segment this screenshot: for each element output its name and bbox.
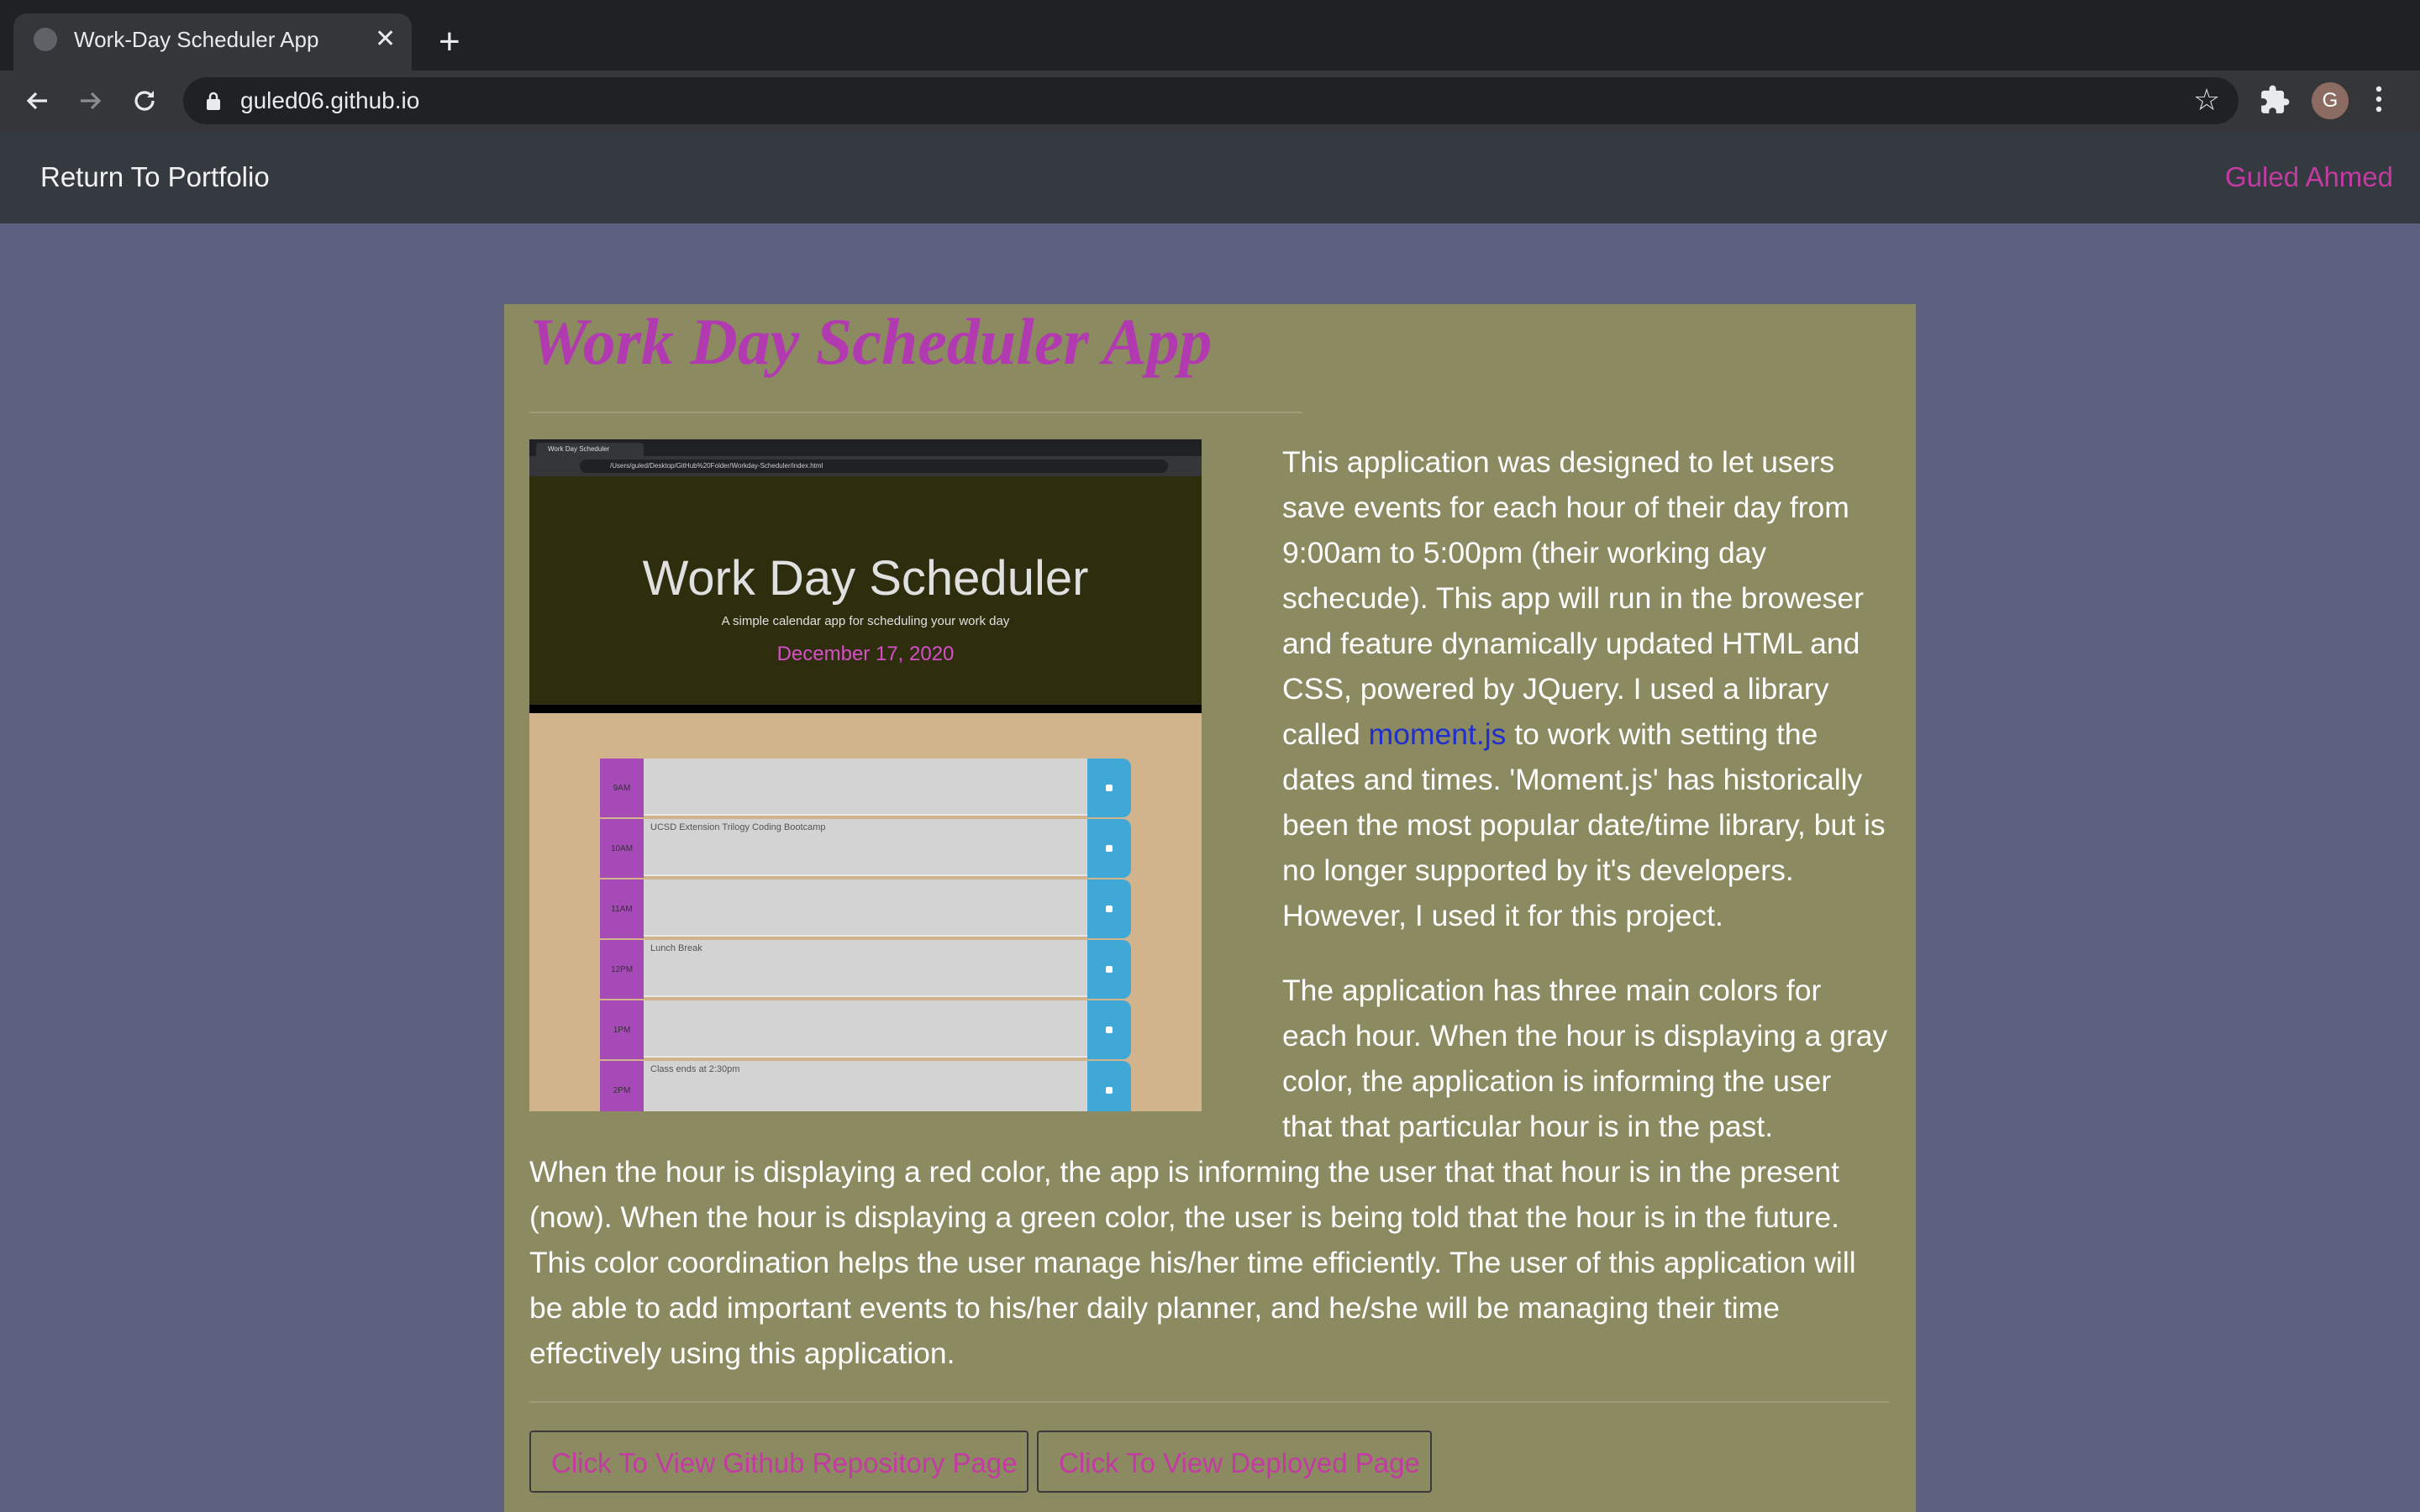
preview-event-text: UCSD Extension Trilogy Coding Bootcamp (644, 819, 1087, 876)
preview-date: December 17, 2020 (776, 643, 955, 665)
preview-save-button (1087, 1061, 1131, 1111)
preview-save-icon (1106, 785, 1113, 791)
preview-save-button (1087, 940, 1131, 999)
preview-save-icon (1106, 1087, 1113, 1094)
back-arrow-icon[interactable] (18, 81, 55, 121)
preview-tab-title: Work Day Scheduler (536, 443, 644, 456)
paragraph1-text-start: This application was designed to let use… (1282, 445, 1864, 751)
lock-icon (205, 91, 222, 115)
preview-event-text: Class ends at 2:30pm (644, 1061, 1087, 1111)
url-text[interactable]: guled06.github.io (240, 87, 419, 114)
preview-event-text: Lunch Break (644, 940, 1087, 997)
preview-hour-label: 2PM (600, 1061, 644, 1111)
momentjs-link[interactable]: moment.js (1369, 717, 1507, 751)
preview-hour-label: 1PM (600, 1000, 644, 1059)
address-bar[interactable] (183, 77, 2238, 124)
preview-hour-label: 9AM (600, 759, 644, 817)
footer-divider (529, 1401, 1889, 1403)
github-repo-button[interactable]: Click To View Github Repository Page (529, 1431, 1028, 1493)
bookmark-star-icon[interactable]: ☆ (2193, 83, 2220, 117)
preview-subheading: A simple calendar app for scheduling you… (721, 614, 1010, 628)
new-tab-icon[interactable]: + (439, 22, 460, 62)
extensions-puzzle-icon[interactable] (2259, 84, 2291, 120)
preview-event-text (644, 1000, 1087, 1058)
close-tab-icon[interactable]: ✕ (375, 23, 396, 56)
site-navbar (0, 131, 2420, 223)
preview-save-button (1087, 879, 1131, 938)
description-paragraph-2-wrapped: The application has three main colors fo… (1282, 974, 1888, 1143)
preview-save-icon (1106, 845, 1113, 852)
preview-hour-label: 12PM (600, 940, 644, 999)
preview-time-block: 11AM (600, 879, 1131, 938)
title-divider (529, 412, 1302, 413)
preview-save-button (1087, 759, 1131, 817)
description-paragraph-2-full-width: When the hour is displaying a red color,… (529, 1155, 1856, 1370)
preview-time-block: 2PM Class ends at 2:30pm (600, 1061, 1131, 1111)
preview-url: /Users/guled/Desktop/GitHub%20Folder/Wor… (580, 459, 1168, 473)
preview-time-block: 12PM Lunch Break (600, 940, 1131, 999)
preview-event-text (644, 759, 1087, 816)
profile-avatar[interactable]: G (2312, 82, 2349, 119)
app-screenshot-image: Work Day Scheduler /Users/guled/Desktop/… (529, 439, 1202, 1111)
deployed-page-button[interactable]: Click To View Deployed Page (1037, 1431, 1432, 1493)
preview-save-icon (1106, 966, 1113, 973)
preview-save-button (1087, 819, 1131, 878)
preview-header-rule (529, 705, 1202, 713)
forward-arrow-icon[interactable] (72, 81, 109, 121)
author-name-link[interactable]: Guled Ahmed (2225, 161, 2393, 193)
globe-icon (34, 28, 57, 51)
page-title: Work Day Scheduler App (529, 305, 1213, 378)
preview-save-button (1087, 1000, 1131, 1059)
description-paragraph-1: This application was designed to let use… (1282, 439, 1889, 938)
tab-title[interactable]: Work-Day Scheduler App (74, 27, 318, 53)
preview-save-icon (1106, 1026, 1113, 1033)
preview-heading: Work Day Scheduler (642, 551, 1089, 606)
preview-hour-label: 10AM (600, 819, 644, 878)
preview-time-block: 9AM (600, 759, 1131, 817)
preview-hour-label: 11AM (600, 879, 644, 938)
reload-icon[interactable] (126, 81, 163, 121)
return-to-portfolio-link[interactable]: Return To Portfolio (40, 161, 270, 193)
preview-time-block: 10AM UCSD Extension Trilogy Coding Bootca… (600, 819, 1131, 878)
kebab-menu-icon[interactable] (2375, 84, 2383, 118)
preview-save-icon (1106, 906, 1113, 912)
preview-time-block: 1PM (600, 1000, 1131, 1059)
preview-event-text (644, 879, 1087, 937)
